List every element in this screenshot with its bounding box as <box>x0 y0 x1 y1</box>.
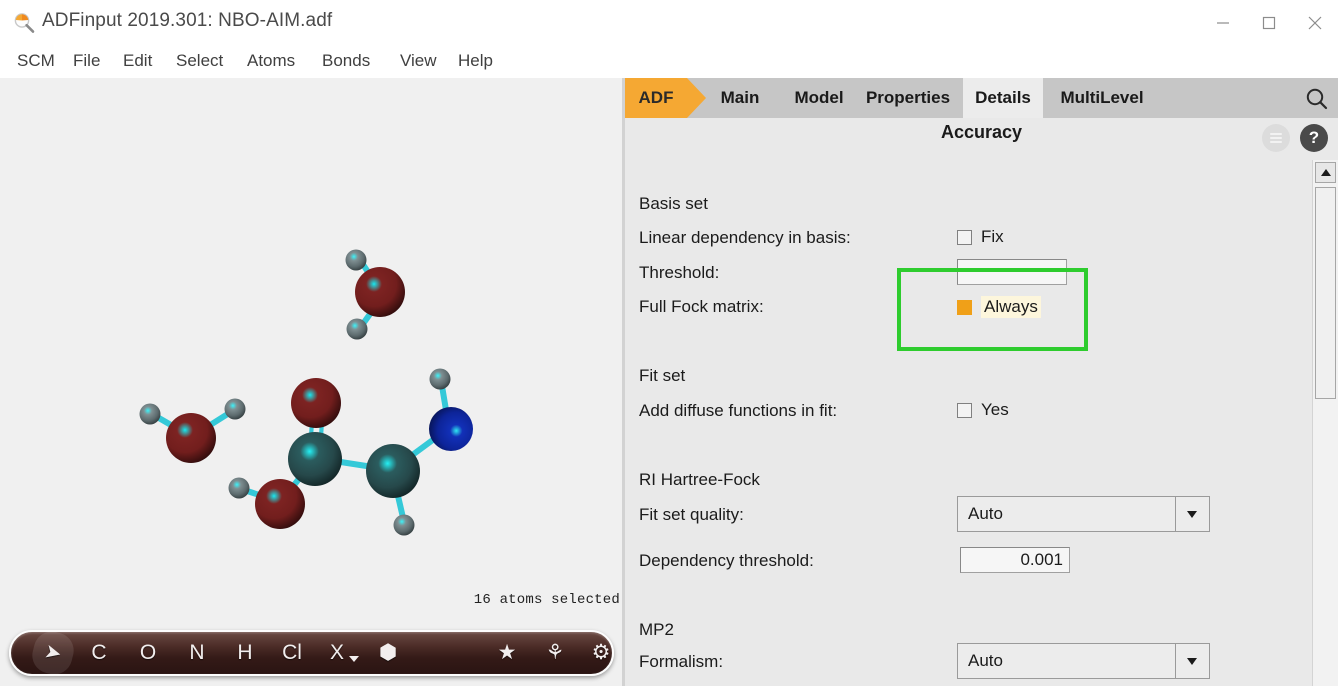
search-icon[interactable] <box>1304 86 1330 112</box>
atom-oxygen <box>291 378 341 428</box>
menu-bonds[interactable]: Bonds <box>313 45 379 78</box>
chlorine-tool[interactable]: Cl <box>270 632 314 674</box>
menu-file[interactable]: File <box>64 45 109 78</box>
atom-oxygen <box>355 267 405 317</box>
settings-gear-tool[interactable]: ⚙ <box>582 632 620 674</box>
magnifier-orange-icon <box>14 13 35 33</box>
minimize-icon <box>1217 21 1229 24</box>
page-title: Accuracy <box>940 122 1023 142</box>
favorites-tool[interactable]: ★ <box>488 632 526 674</box>
adfinput-window: ADFinput 2019.301: NBO-AIM.adf SCM File Ed… <box>0 0 1338 686</box>
group-ri-hartree-fock: RI Hartree-Fock <box>639 470 760 489</box>
atom-hydrogen <box>224 398 246 420</box>
other-element-tool[interactable]: X <box>321 632 353 674</box>
atom-oxygen <box>166 413 216 463</box>
checkbox-full-fock-matrix[interactable]: Always <box>957 296 1041 318</box>
atom-oxygen <box>255 479 305 529</box>
dropdown-mp2-formalism[interactable]: Auto <box>957 643 1210 679</box>
dropdown-value: Auto <box>968 651 1003 670</box>
atoms-selected-status: 16 atoms selected <box>473 592 620 608</box>
menu-help[interactable]: Help <box>449 45 502 78</box>
tab-adf[interactable]: ADF <box>625 78 706 118</box>
input-threshold[interactable] <box>957 259 1067 285</box>
atom-hydrogen <box>345 249 367 271</box>
dropdown-fit-set-quality[interactable]: Auto <box>957 496 1210 532</box>
hydrogen-tool[interactable]: H <box>225 632 265 674</box>
panel-header: Accuracy ? <box>625 118 1338 160</box>
scrollbar-thumb[interactable] <box>1315 187 1336 399</box>
menu-scm[interactable]: SCM <box>8 45 64 78</box>
element-toolbar: ➤ C O N H Cl X ⬢ ★ ⚘ ⚙ <box>9 627 614 679</box>
minimize-button[interactable] <box>1200 0 1246 45</box>
dropdown-value: Auto <box>968 504 1003 523</box>
oxygen-tool[interactable]: O <box>128 632 168 674</box>
group-basis-set: Basis set <box>639 194 708 213</box>
window-title: ADFinput 2019.301: NBO-AIM.adf <box>42 10 333 31</box>
help-glyph: ? <box>1308 128 1320 147</box>
carbon-tool[interactable]: C <box>79 632 119 674</box>
tab-multilevel[interactable]: MultiLevel <box>1043 78 1161 118</box>
label-fit-set-quality: Fit set quality: <box>639 505 744 524</box>
atom-hydrogen <box>228 477 250 499</box>
checkbox-label: Always <box>981 296 1041 318</box>
tab-details[interactable]: Details <box>963 78 1043 118</box>
group-fit-set: Fit set <box>639 366 686 385</box>
ring-tool[interactable]: ⬢ <box>369 632 407 674</box>
atom-carbon <box>288 432 342 486</box>
atom-hydrogen <box>429 368 451 390</box>
select-cursor-tool[interactable]: ➤ <box>28 627 78 679</box>
label-threshold: Threshold: <box>639 263 720 282</box>
input-dependency-threshold[interactable]: 0.001 <box>960 547 1070 573</box>
panel-tab-bar: ADF Main Model Properties Details MultiLevel <box>625 78 1338 118</box>
checkbox-label: Fix <box>981 227 1004 246</box>
menu-atoms[interactable]: Atoms <box>238 45 304 78</box>
menu-view[interactable]: View <box>391 45 446 78</box>
chevron-down-icon[interactable] <box>1175 497 1209 531</box>
element-dropdown-triangle-icon[interactable] <box>349 656 359 662</box>
hamburger-lines-icon <box>1270 133 1282 143</box>
title-bar: ADFinput 2019.301: NBO-AIM.adf <box>0 0 1338 45</box>
checkbox-add-diffuse-functions-in-fit[interactable]: Yes <box>957 400 1009 420</box>
tab-main[interactable]: Main <box>705 78 775 118</box>
maximize-icon <box>1262 16 1276 29</box>
scroll-up-arrow-icon[interactable] <box>1315 162 1336 183</box>
label-full-fock-matrix: Full Fock matrix: <box>639 297 764 316</box>
atom-hydrogen <box>393 514 415 536</box>
accuracy-form: Basis set Fit set RI Hartree-Fock MP2 Linear… <box>625 160 1313 686</box>
hamburger-menu-icon[interactable] <box>1262 124 1290 152</box>
checkbox-label: Yes <box>981 400 1009 419</box>
maximize-button[interactable] <box>1246 0 1292 45</box>
nitrogen-tool[interactable]: N <box>177 632 217 674</box>
group-mp2: MP2 <box>639 620 674 639</box>
atom-hydrogen <box>346 318 368 340</box>
atom-nitrogen <box>429 407 473 451</box>
chevron-down-icon[interactable] <box>1175 644 1209 678</box>
molecule-viewport[interactable]: 16 atoms selected <box>0 78 622 686</box>
checkbox-box-icon <box>957 299 972 315</box>
menu-edit[interactable]: Edit <box>114 45 161 78</box>
atom-hydrogen <box>139 403 161 425</box>
close-icon <box>1308 16 1322 29</box>
magnifier-tool[interactable]: ⚘ <box>536 632 574 674</box>
label-mp2-formalism: Formalism: <box>639 652 724 671</box>
help-question-icon[interactable]: ? <box>1300 124 1328 152</box>
label-dependency-threshold: Dependency threshold: <box>639 551 814 570</box>
close-button[interactable] <box>1292 0 1338 45</box>
checkbox-box-icon <box>957 229 972 245</box>
menu-bar: SCM File Edit Select Atoms Bonds View Help <box>0 45 1338 79</box>
atom-carbon <box>366 444 420 498</box>
tab-properties[interactable]: Properties <box>847 78 969 118</box>
panel-scrollbar[interactable] <box>1312 160 1338 686</box>
checkbox-linear-dependency-in-basis[interactable]: Fix <box>957 227 1004 247</box>
label-add-diffuse-functions-in-fit: Add diffuse functions in fit: <box>639 401 838 420</box>
menu-select[interactable]: Select <box>167 45 232 78</box>
checkbox-box-icon <box>957 402 972 418</box>
label-linear-dependency-in-basis: Linear dependency in basis: <box>639 228 851 247</box>
element-toolbar-track: ➤ C O N H Cl X ⬢ ★ ⚘ ⚙ <box>9 627 614 679</box>
settings-panel: ADF Main Model Properties Details MultiLevel … <box>625 78 1338 686</box>
